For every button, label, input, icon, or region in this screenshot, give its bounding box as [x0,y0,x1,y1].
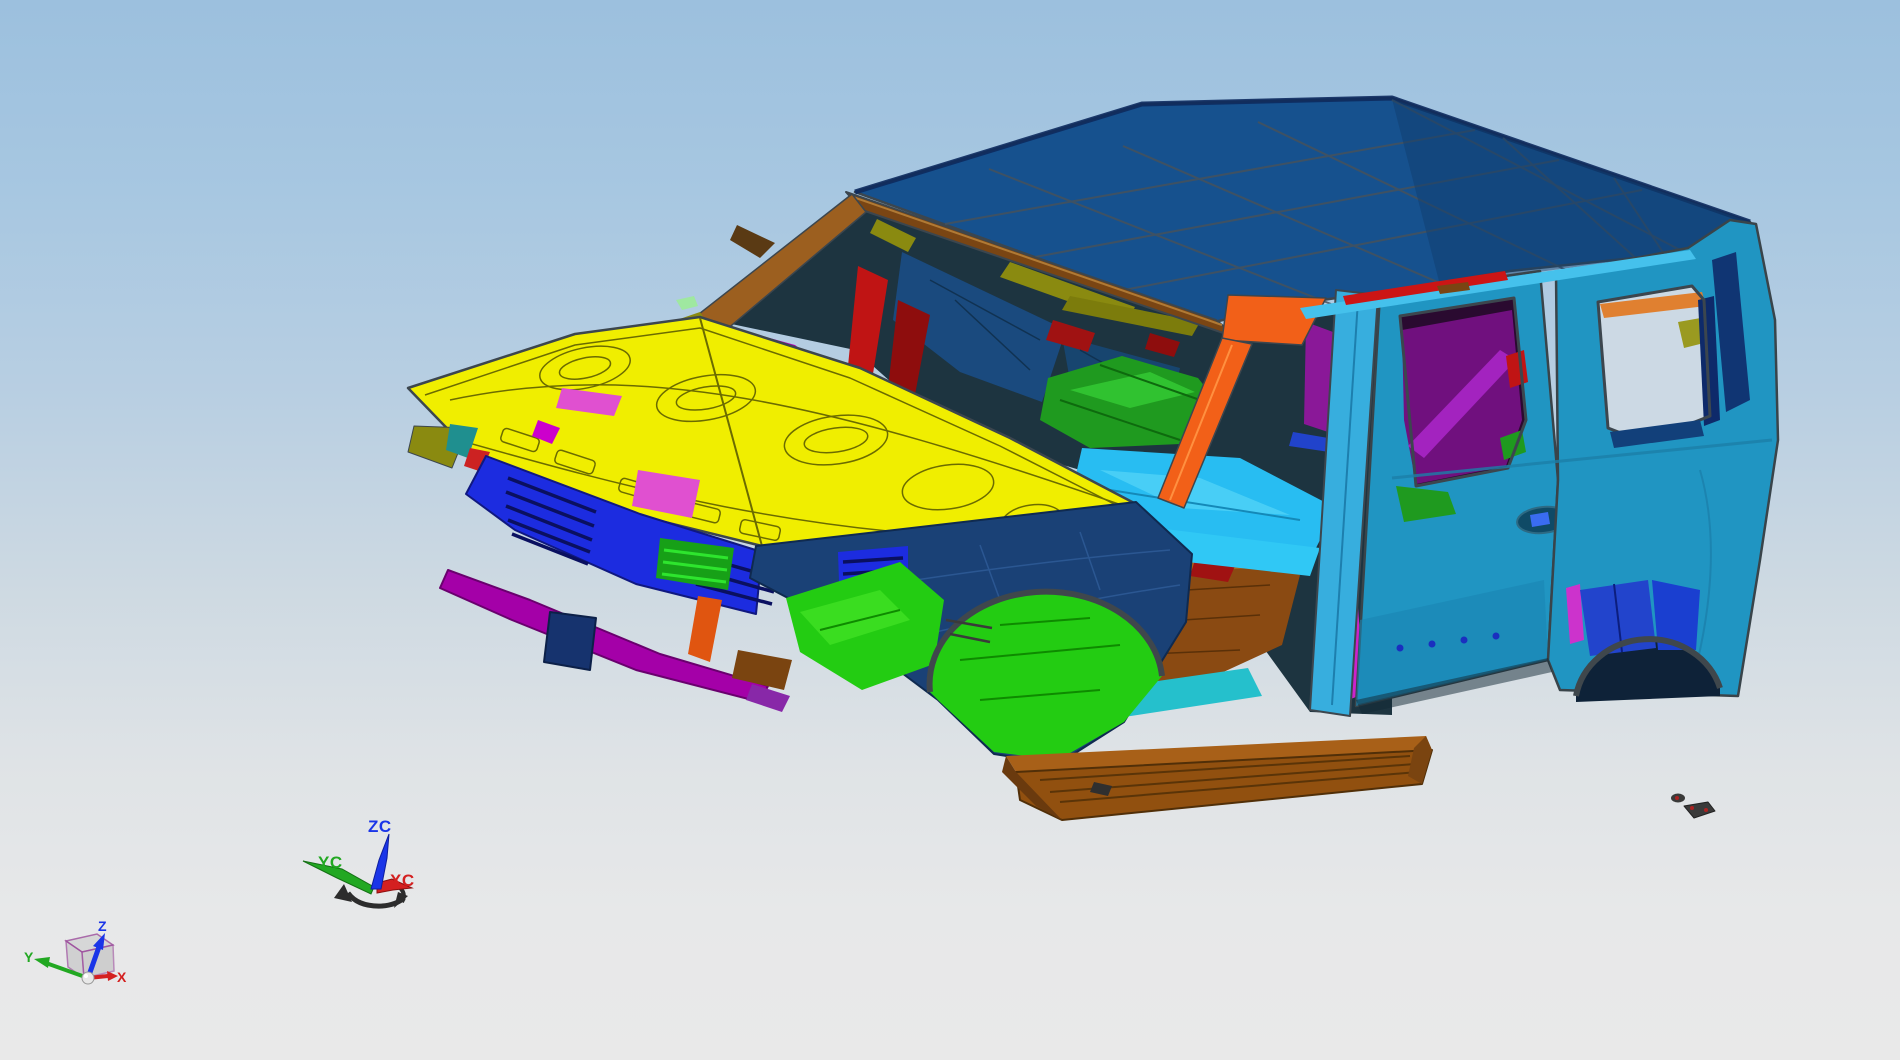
rear-door[interactable] [1354,269,1570,708]
wcs-zc-label: ZC [368,817,392,836]
car-body-model[interactable] [406,95,1780,821]
view-z-label: Z [98,918,107,934]
rear-seat-back-panel[interactable] [1402,310,1528,484]
wcs-xc-label: XC [390,871,415,890]
view-y-label: Y [24,949,34,965]
loose-bracket[interactable] [1671,793,1716,819]
air-deflector-box[interactable] [543,611,597,671]
orange-strut[interactable] [688,596,722,662]
wcs-triad[interactable]: ZC YC XC [302,817,415,909]
view-triad-origin[interactable] [81,971,95,985]
wcs-yc-label: YC [318,853,343,872]
view-triad[interactable]: Z Y X [24,918,127,985]
cad-viewport[interactable]: ZC YC XC Z Y X [0,0,1900,1060]
view-x-label: X [117,969,127,985]
